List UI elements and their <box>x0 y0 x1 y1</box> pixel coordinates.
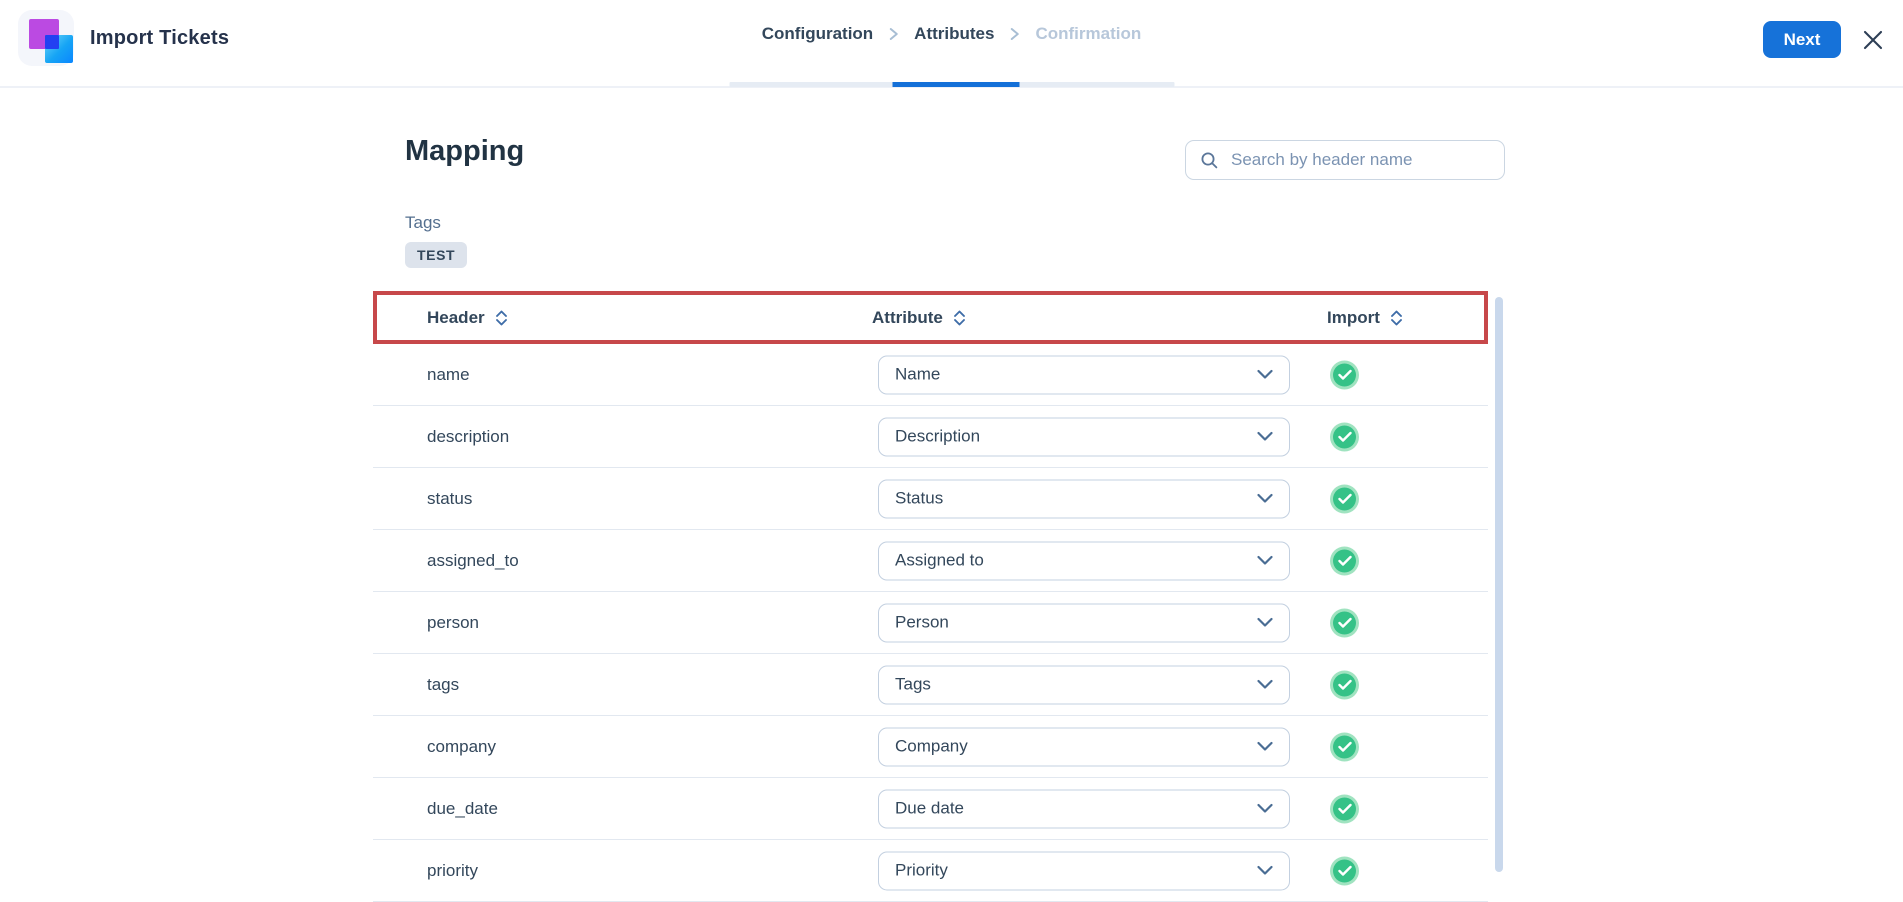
table-scrollbar[interactable] <box>1495 297 1503 872</box>
sort-icon[interactable] <box>495 309 508 327</box>
next-button[interactable]: Next <box>1763 21 1841 58</box>
search-input[interactable] <box>1231 150 1490 170</box>
row-header-label: assigned_to <box>427 550 519 570</box>
import-check-icon[interactable] <box>1330 484 1359 513</box>
tags-section-label: Tags <box>405 213 441 232</box>
row-header-label: priority <box>427 860 479 880</box>
chevron-down-icon <box>1257 803 1273 814</box>
attribute-select[interactable]: Assigned to <box>878 541 1290 580</box>
breadcrumb-step-attributes[interactable]: Attributes <box>914 24 994 44</box>
search-box <box>1185 140 1505 180</box>
attribute-select[interactable]: Due date <box>878 789 1290 828</box>
attribute-select-value: Status <box>895 488 944 508</box>
table-row: person Person <box>373 592 1488 654</box>
row-header-label: person <box>427 612 479 632</box>
chevron-down-icon <box>1257 555 1273 566</box>
breadcrumb-step-confirmation[interactable]: Confirmation <box>1035 24 1141 44</box>
attribute-select[interactable]: Priority <box>878 851 1290 890</box>
import-check-icon[interactable] <box>1330 608 1359 637</box>
chevron-down-icon <box>1257 431 1273 442</box>
attribute-select-value: Tags <box>895 674 931 694</box>
sort-icon[interactable] <box>953 309 966 327</box>
close-icon[interactable] <box>1860 27 1886 53</box>
table-row: priority Priority <box>373 840 1488 902</box>
chevron-down-icon <box>1257 741 1273 752</box>
row-header-label: description <box>427 426 510 446</box>
table-header-highlight: Header Attribute Import <box>373 291 1488 344</box>
attribute-select[interactable]: Tags <box>878 665 1290 704</box>
table-row: assigned_to Assigned to <box>373 530 1488 592</box>
sort-icon[interactable] <box>1390 309 1403 327</box>
row-header-label: company <box>427 736 496 756</box>
import-check-icon[interactable] <box>1330 546 1359 575</box>
breadcrumb-step-configuration[interactable]: Configuration <box>762 24 873 44</box>
chevron-down-icon <box>1257 493 1273 504</box>
import-check-icon[interactable] <box>1330 422 1359 451</box>
table-row: due_date Due date <box>373 778 1488 840</box>
attribute-select-value: Person <box>895 612 949 632</box>
attribute-select[interactable]: Company <box>878 727 1290 766</box>
app-title: Import Tickets <box>90 27 230 49</box>
row-header-label: due_date <box>427 798 498 818</box>
main-content: Mapping Tags TEST HeaderAttributeImport … <box>373 88 1505 902</box>
column-header-label: Header <box>427 307 485 327</box>
table-row: name Name <box>373 344 1488 406</box>
chevron-down-icon <box>1257 679 1273 690</box>
attribute-select-value: Company <box>895 736 968 756</box>
step-progress-active-indicator <box>892 82 1019 87</box>
page-title: Mapping <box>405 135 525 167</box>
mapping-table-rows: name Name description Description status… <box>373 344 1488 902</box>
logo-overlap-square <box>45 35 59 49</box>
import-check-icon[interactable] <box>1330 732 1359 761</box>
attribute-select-value: Assigned to <box>895 550 984 570</box>
attribute-select[interactable]: Description <box>878 417 1290 456</box>
search-icon <box>1200 151 1219 170</box>
chevron-right-icon <box>888 27 899 41</box>
import-check-icon[interactable] <box>1330 670 1359 699</box>
chevron-down-icon <box>1257 617 1273 628</box>
attribute-select-value: Priority <box>895 860 948 880</box>
column-header-attribute[interactable]: Attribute <box>872 308 966 328</box>
chevron-down-icon <box>1257 369 1273 380</box>
attribute-select[interactable]: Status <box>878 479 1290 518</box>
row-header-label: name <box>427 364 470 384</box>
breadcrumb: Configuration Attributes Confirmation <box>762 24 1141 44</box>
import-check-icon[interactable] <box>1330 360 1359 389</box>
table-row: company Company <box>373 716 1488 778</box>
import-check-icon[interactable] <box>1330 794 1359 823</box>
table-row: tags Tags <box>373 654 1488 716</box>
chevron-right-icon <box>1009 27 1020 41</box>
app-logo <box>18 10 74 66</box>
table-row: status Status <box>373 468 1488 530</box>
column-header-label: Attribute <box>872 307 943 327</box>
column-header-header[interactable]: Header <box>427 308 508 328</box>
row-header-label: tags <box>427 674 460 694</box>
row-header-label: status <box>427 488 473 508</box>
attribute-select-value: Name <box>895 364 941 384</box>
table-row: description Description <box>373 406 1488 468</box>
attribute-select[interactable]: Name <box>878 355 1290 394</box>
attribute-select-value: Due date <box>895 798 964 818</box>
tag-badge: TEST <box>405 242 468 268</box>
column-header-import[interactable]: Import <box>1327 308 1403 328</box>
chevron-down-icon <box>1257 865 1273 876</box>
top-header-bar: Import Tickets Configuration Attributes Co… <box>0 0 1903 88</box>
import-check-icon[interactable] <box>1330 856 1359 885</box>
column-header-label: Import <box>1327 307 1380 327</box>
attribute-select[interactable]: Person <box>878 603 1290 642</box>
attribute-select-value: Description <box>895 426 981 446</box>
step-progress-track <box>729 82 1174 87</box>
